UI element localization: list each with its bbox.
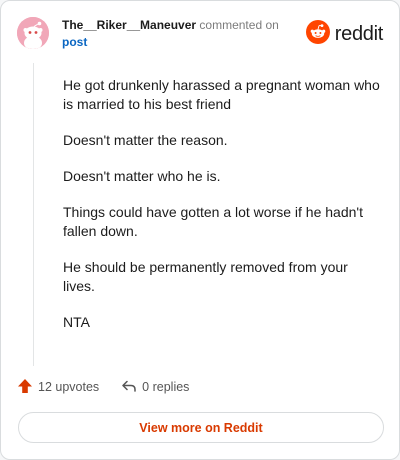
post-link[interactable]: post [62,34,302,51]
reddit-wordmark: reddit [334,22,384,45]
replies-button[interactable]: 0 replies [121,378,189,397]
comment-actions: 12 upvotes 0 replies [17,377,189,397]
upvotes-count: 12 upvotes [38,380,100,394]
comment-paragraph: He should be permanently removed from yo… [63,259,348,294]
comment-paragraph: Doesn't matter who he is. [63,168,221,184]
view-more-button[interactable]: View more on Reddit [18,412,384,443]
action-text: commented on [199,18,279,32]
replies-count: 0 replies [142,380,190,394]
comment-header: The__Riker__Maneuver commented on post r… [17,17,385,53]
comment-paragraph: NTA [63,314,90,330]
snoo-avatar-icon[interactable] [17,17,49,49]
author-username[interactable]: The__Riker__Maneuver [62,18,196,32]
comment-paragraph: He got drunkenly harassed a pregnant wom… [63,77,380,112]
reddit-brand[interactable]: reddit [305,19,384,49]
upvote-button[interactable]: 12 upvotes [17,378,99,397]
embedded-comment-card: The__Riker__Maneuver commented on post r… [0,0,400,460]
comment-meta: The__Riker__Maneuver commented on post [62,17,302,51]
comment-paragraph: Doesn't matter the reason. [63,132,228,148]
thread-line [33,63,34,366]
reddit-logo-icon [305,19,330,49]
comment-body: He got drunkenly harassed a pregnant wom… [63,76,381,349]
comment-paragraph: Things could have gotten a lot worse if … [63,204,363,239]
reply-arrow-icon [121,378,137,397]
upvote-arrow-icon [17,378,33,397]
